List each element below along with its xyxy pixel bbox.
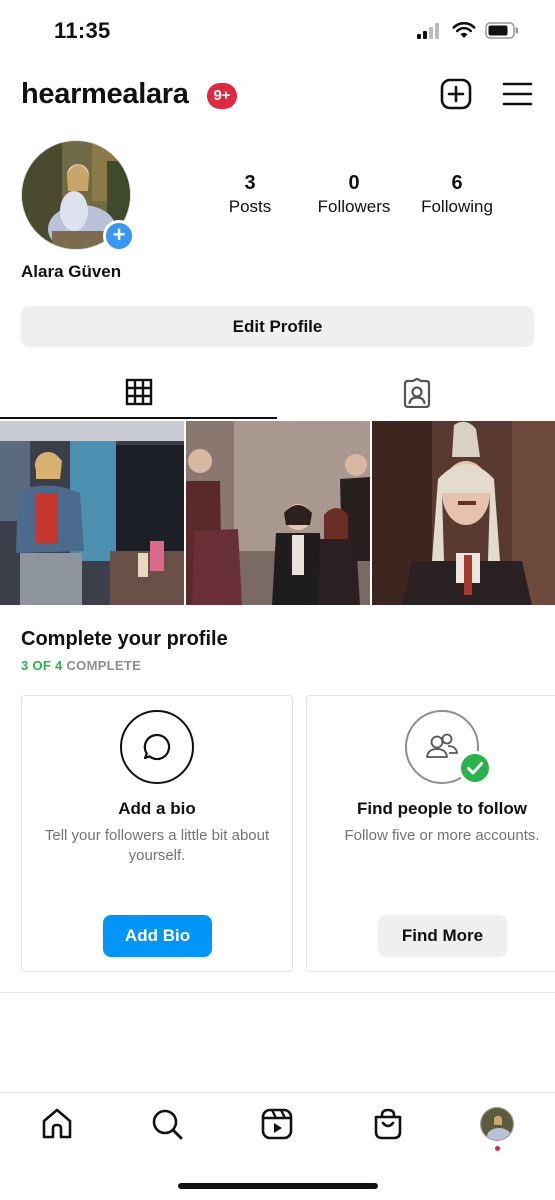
notification-badge: 9+ — [207, 83, 237, 109]
bottom-nav — [0, 1092, 555, 1160]
find-more-button[interactable]: Find More — [378, 915, 507, 957]
add-bio-card: Add a bio Tell your followers a little b… — [21, 695, 293, 972]
card-title: Add a bio — [118, 799, 196, 818]
tab-posts-grid[interactable] — [0, 370, 277, 420]
stat-value: 6 — [451, 172, 463, 194]
card-title: Find people to follow — [357, 799, 527, 818]
username[interactable]: hearmealara — [21, 78, 189, 111]
wifi-icon — [452, 22, 476, 38]
progress-count: 3 OF 4 — [21, 658, 63, 673]
post-thumbnail[interactable] — [372, 421, 555, 605]
stat-label: Following — [421, 197, 493, 216]
stat-followers[interactable]: 0 Followers — [304, 172, 404, 220]
tagged-icon — [403, 378, 430, 408]
menu-icon[interactable] — [500, 76, 536, 112]
stat-label: Posts — [228, 197, 272, 216]
stat-following[interactable]: 6 Following — [407, 172, 507, 220]
complete-profile-title: Complete your profile — [21, 628, 228, 650]
posts-grid — [0, 421, 555, 605]
profile-header: hearmealara 9+ — [0, 74, 555, 118]
divider — [0, 992, 555, 993]
home-indicator — [178, 1183, 378, 1189]
notification-dot — [495, 1146, 500, 1151]
add-story-button[interactable]: + — [103, 220, 135, 252]
shop-icon[interactable] — [371, 1107, 405, 1141]
stat-posts[interactable]: 3 Posts — [200, 172, 300, 220]
progress-word: COMPLETE — [66, 658, 142, 673]
reels-icon[interactable] — [260, 1107, 294, 1141]
stat-value: 0 — [348, 172, 360, 194]
profile-avatar-nav[interactable] — [480, 1107, 514, 1141]
profile-tabs — [0, 370, 555, 420]
completed-check-icon — [458, 751, 492, 785]
create-post-icon[interactable] — [438, 76, 474, 112]
people-icon — [426, 733, 458, 758]
card-description: Follow five or more accounts. — [344, 827, 540, 844]
card-icon-circle — [120, 710, 194, 784]
grid-icon — [125, 378, 152, 406]
cellular-signal-icon — [417, 22, 439, 39]
stat-value: 3 — [244, 172, 256, 194]
post-thumbnail[interactable] — [186, 421, 370, 605]
find-people-card: Find people to follow Follow five or mor… — [306, 695, 555, 972]
display-name: Alara Güven — [21, 262, 122, 281]
active-tab-indicator — [0, 417, 277, 419]
status-icons — [417, 22, 519, 39]
status-time: 11:35 — [54, 18, 111, 43]
status-bar: 11:35 — [0, 0, 555, 62]
tab-tagged[interactable] — [278, 370, 555, 420]
add-bio-button[interactable]: Add Bio — [103, 915, 212, 957]
profile-avatar-wrap[interactable]: + — [21, 140, 135, 252]
home-icon[interactable] — [40, 1107, 74, 1141]
search-icon[interactable] — [150, 1107, 184, 1141]
speech-bubble-icon — [143, 733, 171, 761]
edit-profile-button[interactable]: Edit Profile — [21, 306, 534, 347]
post-thumbnail[interactable] — [0, 421, 184, 605]
battery-icon — [485, 22, 518, 39]
stat-label: Followers — [317, 197, 391, 216]
card-description: Tell your followers a little bit about y… — [44, 827, 270, 864]
complete-profile-progress: 3 OF 4 COMPLETE — [21, 658, 141, 673]
